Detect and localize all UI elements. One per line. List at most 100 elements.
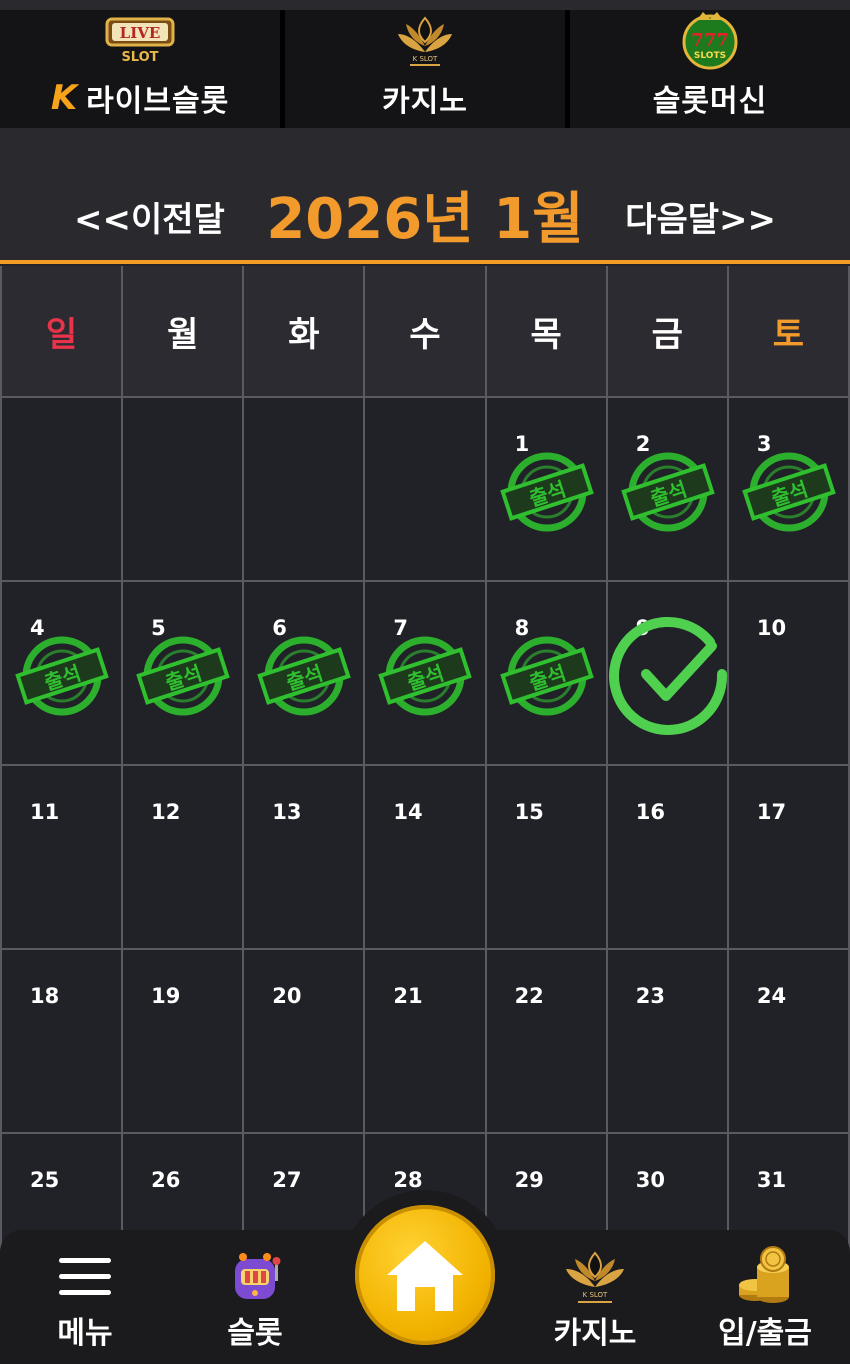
calendar-day[interactable]: 16 bbox=[607, 766, 727, 948]
calendar-day[interactable]: 5 출석 bbox=[123, 582, 243, 764]
day-number: 23 bbox=[635, 984, 665, 1008]
day-number: 17 bbox=[756, 800, 787, 824]
home-button-ring bbox=[340, 1190, 510, 1360]
day-number: 12 bbox=[151, 800, 181, 824]
month-header: <<이전달 2026년 1월 다음달>> bbox=[0, 128, 850, 264]
weekday-header: 토 bbox=[728, 266, 848, 396]
calendar-day[interactable]: 1 출석 bbox=[486, 398, 606, 580]
casino-nav-button[interactable]: K SLOT 카지노 bbox=[520, 1230, 670, 1364]
attendance-stamp-icon: 출석 bbox=[15, 636, 109, 716]
weekday-header: 목 bbox=[486, 266, 606, 396]
attendance-stamp-icon: 출석 bbox=[742, 452, 836, 532]
day-number: 22 bbox=[514, 984, 544, 1008]
day-number: 19 bbox=[151, 984, 181, 1008]
calendar-day[interactable]: 18 bbox=[2, 950, 122, 1132]
hamburger-icon bbox=[10, 1242, 160, 1312]
day-number: 11 bbox=[30, 800, 60, 824]
calendar-day[interactable]: 20 bbox=[244, 950, 364, 1132]
weekday-header: 화 bbox=[244, 266, 364, 396]
day-number: 28 bbox=[393, 1168, 423, 1192]
attendance-stamp-icon: 출석 bbox=[499, 636, 594, 716]
slot-nav-button[interactable]: 슬롯 bbox=[180, 1230, 330, 1364]
kslot-casino-icon: K SLOT bbox=[520, 1242, 670, 1312]
calendar-day[interactable]: 8 출석 bbox=[486, 582, 606, 764]
calendar-day[interactable]: 9 bbox=[607, 582, 727, 764]
attendance-stamp-icon: 출석 bbox=[378, 636, 473, 716]
day-number: 20 bbox=[272, 984, 302, 1008]
attendance-stamp-icon: 출석 bbox=[257, 636, 352, 716]
weekday-header: 월 bbox=[123, 266, 243, 396]
casino-logo-text: K SLOT bbox=[583, 1291, 608, 1299]
day-number: 18 bbox=[30, 984, 60, 1008]
menu-button[interactable]: 메뉴 bbox=[10, 1230, 160, 1364]
tab-casino[interactable]: K SLOT 카지노 bbox=[280, 10, 565, 128]
day-number: 25 bbox=[30, 1168, 60, 1192]
day-number: 29 bbox=[514, 1168, 544, 1192]
attendance-stamp-icon: 출석 bbox=[620, 452, 715, 532]
home-button[interactable] bbox=[355, 1205, 495, 1345]
calendar-day[interactable]: 2 출석 bbox=[607, 398, 727, 580]
attendance-stamp-icon: 출석 bbox=[499, 452, 594, 532]
kslot-logo: K SLOT bbox=[285, 10, 565, 70]
777-logo-text: 777 bbox=[691, 30, 729, 51]
calendar-day[interactable]: 7 출석 bbox=[365, 582, 485, 764]
tab-slot-machine-label: 슬롯머신 bbox=[652, 84, 768, 119]
calendar-day[interactable]: 23 bbox=[607, 950, 727, 1132]
calendar-day bbox=[2, 398, 122, 580]
day-number: 31 bbox=[756, 1168, 787, 1192]
calendar-day bbox=[123, 398, 243, 580]
tab-live-slot-label: 라이브슬롯 bbox=[86, 84, 230, 119]
calendar-day bbox=[244, 398, 364, 580]
live-slot-logo: LIVE SLOT bbox=[0, 10, 280, 70]
menu-label: 메뉴 bbox=[57, 1316, 113, 1351]
calendar-day[interactable]: 3 출석 bbox=[728, 398, 848, 580]
kslot-logo-text: K SLOT bbox=[413, 55, 438, 63]
k-brand-mark: K bbox=[50, 78, 79, 118]
next-month-link[interactable]: 다음달>> bbox=[625, 192, 776, 241]
day-number: 21 bbox=[393, 984, 423, 1008]
deposit-withdraw-button[interactable]: 입/출금 bbox=[690, 1230, 840, 1364]
tab-slot-machine[interactable]: 777 SLOTS 슬롯머신 bbox=[565, 10, 850, 128]
calendar-day[interactable]: 10 bbox=[728, 582, 848, 764]
calendar-day[interactable]: 22 bbox=[486, 950, 606, 1132]
day-number: 13 bbox=[272, 800, 302, 824]
checkmark-icon bbox=[608, 616, 727, 735]
calendar-day[interactable]: 12 bbox=[123, 766, 243, 948]
slot-logo-text: SLOT bbox=[121, 50, 158, 65]
day-number: 26 bbox=[151, 1168, 181, 1192]
777-slots-logo: 777 SLOTS bbox=[570, 10, 850, 70]
calendar-day[interactable]: 11 bbox=[2, 766, 122, 948]
day-number: 14 bbox=[393, 800, 423, 824]
top-category-bar: LIVE SLOT K 라이브슬롯 K SLOT 카지노 777 SLOTS 슬… bbox=[0, 0, 850, 128]
calendar-day[interactable]: 24 bbox=[728, 950, 848, 1132]
home-icon bbox=[387, 1241, 463, 1311]
calendar-day[interactable]: 14 bbox=[365, 766, 485, 948]
calendar-day[interactable]: 6 출석 bbox=[244, 582, 364, 764]
weekday-header: 수 bbox=[365, 266, 485, 396]
day-number: 10 bbox=[756, 616, 787, 640]
slot-machine-icon bbox=[180, 1242, 330, 1312]
calendar-day[interactable]: 13 bbox=[244, 766, 364, 948]
day-number: 27 bbox=[272, 1168, 302, 1192]
calendar-day[interactable]: 21 bbox=[365, 950, 485, 1132]
casino-label: 카지노 bbox=[553, 1316, 637, 1351]
day-number: 15 bbox=[514, 800, 544, 824]
day-number: 16 bbox=[635, 800, 665, 824]
calendar-day bbox=[365, 398, 485, 580]
attendance-calendar: 일 월 화 수 목 금 토 1 출석 2 출석 3 출석 4 출석 5 출석 6 출석 7 출석 8 출석 9 10 11 12 13… bbox=[0, 266, 850, 1316]
tab-casino-label: 카지노 bbox=[382, 84, 468, 119]
calendar-day[interactable]: 17 bbox=[728, 766, 848, 948]
deposit-withdraw-label: 입/출금 bbox=[718, 1316, 812, 1351]
coins-icon bbox=[690, 1242, 840, 1312]
live-logo-text: LIVE bbox=[120, 24, 161, 42]
day-number: 24 bbox=[756, 984, 787, 1008]
calendar-day[interactable]: 15 bbox=[486, 766, 606, 948]
weekday-header: 금 bbox=[607, 266, 727, 396]
slot-label: 슬롯 bbox=[227, 1316, 283, 1351]
weekday-header: 일 bbox=[2, 266, 122, 396]
slots-logo-text: SLOTS bbox=[694, 51, 726, 61]
tab-live-slot[interactable]: LIVE SLOT K 라이브슬롯 bbox=[0, 10, 280, 128]
calendar-day[interactable]: 4 출석 bbox=[2, 582, 122, 764]
day-number: 30 bbox=[635, 1168, 665, 1192]
calendar-day[interactable]: 19 bbox=[123, 950, 243, 1132]
